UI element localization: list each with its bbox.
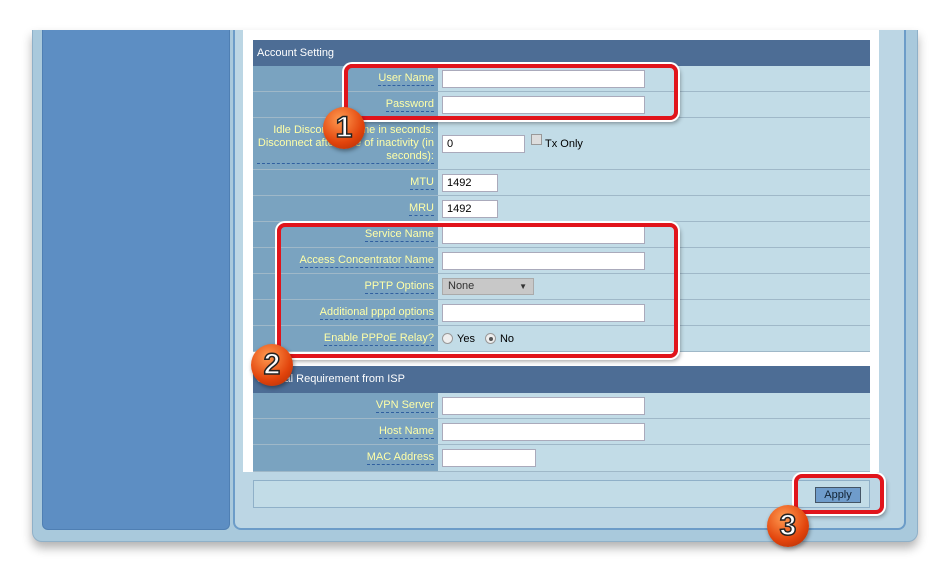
label: VPN Server bbox=[375, 398, 434, 413]
highlight-box-3 bbox=[794, 474, 884, 514]
label: MTU bbox=[410, 175, 434, 190]
mru-input[interactable] bbox=[442, 199, 498, 218]
step-badge-1: 1 bbox=[323, 107, 365, 149]
mac-address-input[interactable] bbox=[442, 449, 536, 467]
row-mac: MAC Address bbox=[253, 445, 870, 472]
section-title: Special Requirement from ISP bbox=[253, 366, 870, 393]
highlight-box-1 bbox=[344, 64, 678, 120]
isp-table: Special Requirement from ISP VPN Server … bbox=[253, 366, 870, 472]
tx-only-checkbox[interactable] bbox=[531, 134, 542, 145]
sidebar bbox=[42, 30, 230, 530]
vpn-server-input[interactable] bbox=[442, 396, 645, 415]
tx-only-label: Tx Only bbox=[545, 137, 583, 150]
host-name-input[interactable] bbox=[442, 422, 645, 441]
label: MAC Address bbox=[366, 451, 434, 465]
row-mtu: MTU bbox=[253, 170, 870, 196]
row-mru: MRU bbox=[253, 196, 870, 222]
label: MRU bbox=[408, 201, 434, 216]
apply-bar bbox=[253, 480, 870, 508]
highlight-box-2 bbox=[277, 223, 678, 358]
idle-time-input[interactable] bbox=[442, 134, 525, 153]
step-badge-2: 2 bbox=[251, 344, 293, 386]
section-title: Account Setting bbox=[253, 40, 870, 66]
row-host: Host Name bbox=[253, 419, 870, 445]
step-badge-3: 3 bbox=[767, 505, 809, 547]
label: Host Name bbox=[378, 424, 434, 439]
row-vpn: VPN Server bbox=[253, 393, 870, 419]
mtu-input[interactable] bbox=[442, 173, 498, 192]
